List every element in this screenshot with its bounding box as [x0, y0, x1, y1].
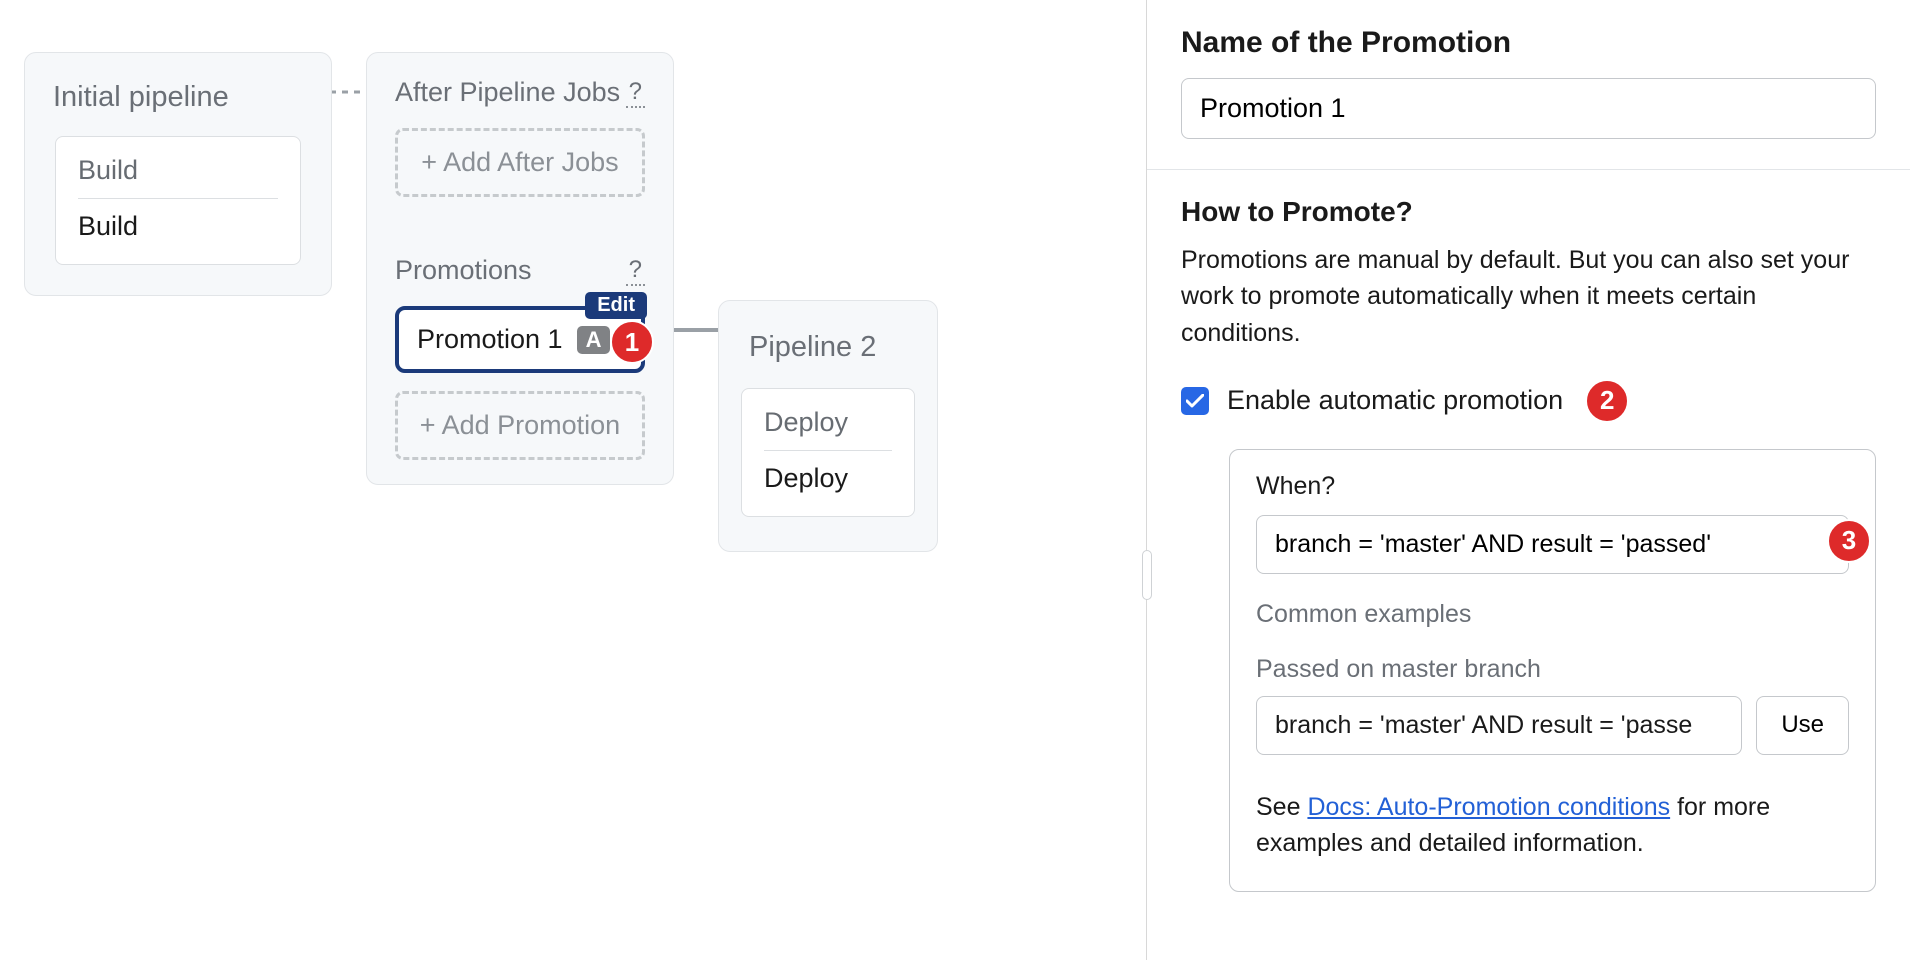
- how-description: Promotions are manual by default. But yo…: [1181, 242, 1876, 351]
- pipeline-title: Initial pipeline: [25, 53, 331, 136]
- job-block-deploy[interactable]: Deploy Deploy: [741, 388, 915, 517]
- enable-auto-label: Enable automatic promotion: [1227, 385, 1563, 416]
- promotion-item[interactable]: Promotion 1 A Edit: [395, 306, 645, 373]
- block-heading: Build: [78, 155, 278, 199]
- how-heading: How to Promote?: [1181, 196, 1876, 228]
- example-condition-input[interactable]: [1256, 696, 1742, 755]
- check-icon: [1186, 394, 1204, 408]
- edit-tag[interactable]: Edit: [585, 292, 647, 319]
- enable-auto-checkbox[interactable]: [1181, 387, 1209, 415]
- common-examples-heading: Common examples: [1256, 600, 1849, 629]
- pipeline-initial[interactable]: Initial pipeline Build Build: [24, 52, 332, 296]
- after-jobs-heading: After Pipeline Jobs: [395, 77, 620, 108]
- when-label: When?: [1256, 472, 1849, 501]
- callout-badge-3: 3: [1827, 519, 1871, 563]
- callout-badge-1: 1: [610, 320, 654, 364]
- promotion-settings-panel: Name of the Promotion How to Promote? Pr…: [1146, 0, 1910, 960]
- pipeline-after-column: After Pipeline Jobs ? + Add After Jobs P…: [366, 52, 674, 485]
- docs-note: See Docs: Auto-Promotion conditions for …: [1256, 789, 1849, 862]
- name-heading: Name of the Promotion: [1181, 26, 1876, 60]
- pipeline-title: Pipeline 2: [719, 301, 937, 388]
- job-label: Deploy: [764, 463, 892, 494]
- promotion-item-name: Promotion 1: [417, 324, 563, 355]
- pipeline-canvas: Initial pipeline Build Build After Pipel…: [0, 0, 1146, 960]
- help-icon[interactable]: ?: [626, 256, 645, 286]
- automatic-badge-icon: A: [577, 326, 611, 354]
- pipeline-2[interactable]: Pipeline 2 Deploy Deploy: [718, 300, 938, 552]
- promotion-name-input[interactable]: [1181, 78, 1876, 139]
- add-promotion-button[interactable]: + Add Promotion: [395, 391, 645, 460]
- use-example-button[interactable]: Use: [1756, 696, 1849, 755]
- docs-link[interactable]: Docs: Auto-Promotion conditions: [1307, 793, 1670, 821]
- resize-handle[interactable]: [1142, 550, 1152, 600]
- job-block-build[interactable]: Build Build: [55, 136, 301, 265]
- add-after-jobs-button[interactable]: + Add After Jobs: [395, 128, 645, 197]
- callout-badge-2: 2: [1585, 379, 1629, 423]
- when-condition-input[interactable]: [1256, 515, 1849, 574]
- promotions-heading: Promotions: [395, 255, 532, 286]
- example-label: Passed on master branch: [1256, 655, 1849, 684]
- block-heading: Deploy: [764, 407, 892, 451]
- when-panel: When? 3 Common examples Passed on master…: [1229, 449, 1876, 893]
- job-label: Build: [78, 211, 278, 242]
- help-icon[interactable]: ?: [626, 78, 645, 108]
